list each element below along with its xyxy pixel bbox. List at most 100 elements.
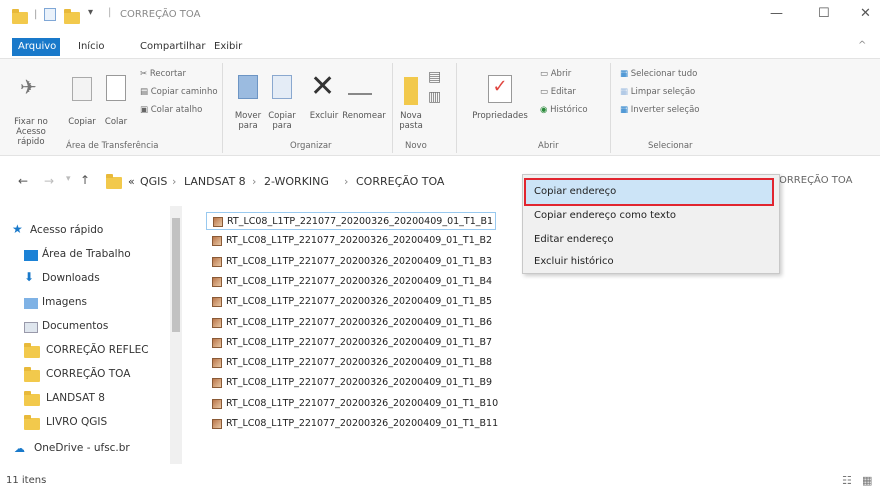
history-button[interactable]: ◉ Histórico: [540, 105, 588, 115]
details-view-icon[interactable]: ☷: [842, 474, 852, 487]
invert-selection-button[interactable]: ▦ Inverter seleção: [620, 105, 699, 115]
new-folder-button[interactable]: Nova pasta: [394, 111, 428, 131]
invert-selection-icon: ▦: [620, 105, 631, 115]
file-name: RT_LC08_L1TP_221077_20200326_20200409_01…: [227, 216, 494, 227]
file-name: RT_LC08_L1TP_221077_20200326_20200409_01…: [226, 275, 493, 287]
edit-icon: ▭: [540, 87, 551, 97]
edit-button[interactable]: ▭ Editar: [540, 87, 576, 97]
forward-arrow-icon[interactable]: →: [44, 174, 54, 188]
up-arrow-icon[interactable]: ↑: [80, 173, 90, 187]
tab-arquivo[interactable]: Arquivo: [12, 38, 60, 56]
maximize-button[interactable]: ☐: [818, 6, 830, 21]
large-icons-view-icon[interactable]: ▦: [862, 474, 872, 487]
breadcrumb-separator-icon[interactable]: ›: [172, 175, 176, 188]
menu-edit-address[interactable]: Editar endereço: [534, 234, 613, 245]
tab-compartilhar[interactable]: Compartilhar: [140, 41, 205, 52]
copy-path-button[interactable]: ▤ Copiar caminho: [140, 87, 218, 97]
nav-documents[interactable]: Documentos: [42, 320, 108, 332]
nav-pictures[interactable]: Imagens: [42, 296, 87, 308]
history-label: Histórico: [550, 105, 588, 115]
new-folder-quick-icon[interactable]: [64, 9, 80, 24]
menu-copy-address[interactable]: Copiar endereço: [534, 186, 616, 197]
properties-button[interactable]: Propriedades: [468, 111, 532, 121]
customize-quick-access-icon[interactable]: ▾: [88, 7, 93, 18]
new-folder-icon: [404, 77, 418, 105]
nav-quick-access[interactable]: Acesso rápido: [30, 224, 103, 236]
nav-scrollbar-thumb[interactable]: [172, 218, 180, 332]
file-row[interactable]: RT_LC08_L1TP_221077_20200326_20200409_01…: [206, 334, 496, 352]
copy-to-icon: [272, 75, 292, 99]
paste-button[interactable]: Colar: [100, 117, 132, 127]
file-row[interactable]: RT_LC08_L1TP_221077_20200326_20200409_01…: [206, 314, 496, 332]
breadcrumb-separator-icon[interactable]: ›: [344, 175, 348, 188]
image-file-icon: [212, 378, 222, 389]
copy-path-icon: ▤: [140, 87, 151, 97]
image-file-icon: [212, 276, 222, 287]
open-button[interactable]: ▭ Abrir: [540, 69, 571, 79]
pin-quick-access-button[interactable]: Fixar no Acesso rápido: [2, 117, 60, 147]
folder-icon: [106, 174, 122, 189]
nav-onedrive[interactable]: OneDrive - ufsc.br: [34, 442, 130, 454]
new-item-icon[interactable]: ▤: [428, 69, 441, 85]
breadcrumb-landsat8[interactable]: LANDSAT 8: [184, 175, 246, 188]
delete-button[interactable]: Excluir: [304, 111, 344, 121]
file-row[interactable]: RT_LC08_L1TP_221077_20200326_20200409_01…: [206, 415, 498, 433]
easy-access-icon[interactable]: ▥: [428, 89, 441, 105]
recent-locations-icon[interactable]: ▾: [66, 174, 71, 184]
group-open-label: Abrir: [538, 141, 559, 151]
pin-icon: ✈: [20, 75, 37, 99]
copy-path-label: Copiar caminho: [150, 87, 218, 97]
image-file-icon: [212, 398, 222, 409]
menu-copy-address-as-text[interactable]: Copiar endereço como texto: [534, 210, 676, 221]
file-row[interactable]: RT_LC08_L1TP_221077_20200326_20200409_01…: [206, 253, 496, 271]
breadcrumb-qgis[interactable]: QGIS: [140, 175, 167, 188]
image-file-icon: [213, 217, 223, 227]
nav-downloads[interactable]: Downloads: [42, 272, 100, 284]
desktop-icon: [24, 250, 38, 261]
divider: [456, 63, 457, 153]
close-button[interactable]: ✕: [860, 6, 871, 21]
file-name: RT_LC08_L1TP_221077_20200326_20200409_01…: [226, 255, 493, 267]
breadcrumb-separator-icon[interactable]: ›: [252, 175, 256, 188]
nav-correcao-reflec[interactable]: CORREÇÃO REFLEC: [46, 344, 149, 356]
history-icon: ◉: [540, 105, 551, 115]
file-row[interactable]: RT_LC08_L1TP_221077_20200326_20200409_01…: [206, 374, 496, 392]
file-row[interactable]: RT_LC08_L1TP_221077_20200326_20200409_01…: [206, 395, 498, 413]
ribbon-collapse-icon[interactable]: ^: [858, 40, 866, 51]
file-row[interactable]: RT_LC08_L1TP_221077_20200326_20200409_01…: [206, 354, 496, 372]
group-new-label: Novo: [405, 141, 427, 151]
file-row[interactable]: RT_LC08_L1TP_221077_20200326_20200409_01…: [206, 232, 496, 250]
group-clipboard-label: Área de Transferência: [66, 141, 159, 151]
nav-livro-qgis[interactable]: LIVRO QGIS: [46, 416, 107, 428]
file-row[interactable]: RT_LC08_L1TP_221077_20200326_20200409_01…: [206, 273, 496, 291]
rename-button[interactable]: Renomear: [340, 111, 388, 121]
image-file-icon: [212, 419, 222, 429]
image-file-icon: [212, 317, 222, 328]
nav-scrollbar[interactable]: [170, 206, 182, 464]
tab-exibir[interactable]: Exibir: [214, 41, 242, 52]
copy-to-button[interactable]: Copiar para: [262, 111, 302, 131]
tab-inicio[interactable]: Início: [78, 41, 104, 52]
status-bar: 11 itens ☷ ▦: [0, 471, 880, 491]
open-label: Abrir: [550, 69, 572, 79]
cut-button[interactable]: ✂ Recortar: [140, 69, 186, 79]
paste-shortcut-button[interactable]: ▣ Colar atalho: [140, 105, 202, 115]
clear-selection-button[interactable]: ▦ Limpar seleção: [620, 87, 695, 97]
back-arrow-icon[interactable]: ←: [18, 174, 28, 188]
nav-desktop[interactable]: Área de Trabalho: [42, 248, 131, 260]
file-name: RT_LC08_L1TP_221077_20200326_20200409_01…: [226, 235, 493, 247]
properties-quick-icon[interactable]: [44, 8, 56, 21]
clear-selection-icon: ▦: [620, 87, 631, 97]
breadcrumb-2-working[interactable]: 2-WORKING: [264, 175, 329, 188]
nav-correcao-toa[interactable]: CORREÇÃO TOA: [46, 368, 130, 380]
file-row[interactable]: RT_LC08_L1TP_221077_20200326_20200409_01…: [206, 293, 496, 311]
breadcrumb-correcao-toa[interactable]: CORREÇÃO TOA: [356, 175, 444, 188]
minimize-button[interactable]: —: [770, 6, 783, 21]
copy-button[interactable]: Copiar: [66, 117, 98, 127]
search-box[interactable]: CORREÇÃO TOA: [772, 175, 852, 186]
nav-landsat8[interactable]: LANDSAT 8: [46, 392, 105, 404]
menu-delete-history[interactable]: Excluir histórico: [534, 256, 614, 267]
file-row[interactable]: RT_LC08_L1TP_221077_20200326_20200409_01…: [206, 212, 496, 230]
select-all-button[interactable]: ▦ Selecionar tudo: [620, 69, 697, 79]
file-name: RT_LC08_L1TP_221077_20200326_20200409_01…: [226, 316, 493, 328]
